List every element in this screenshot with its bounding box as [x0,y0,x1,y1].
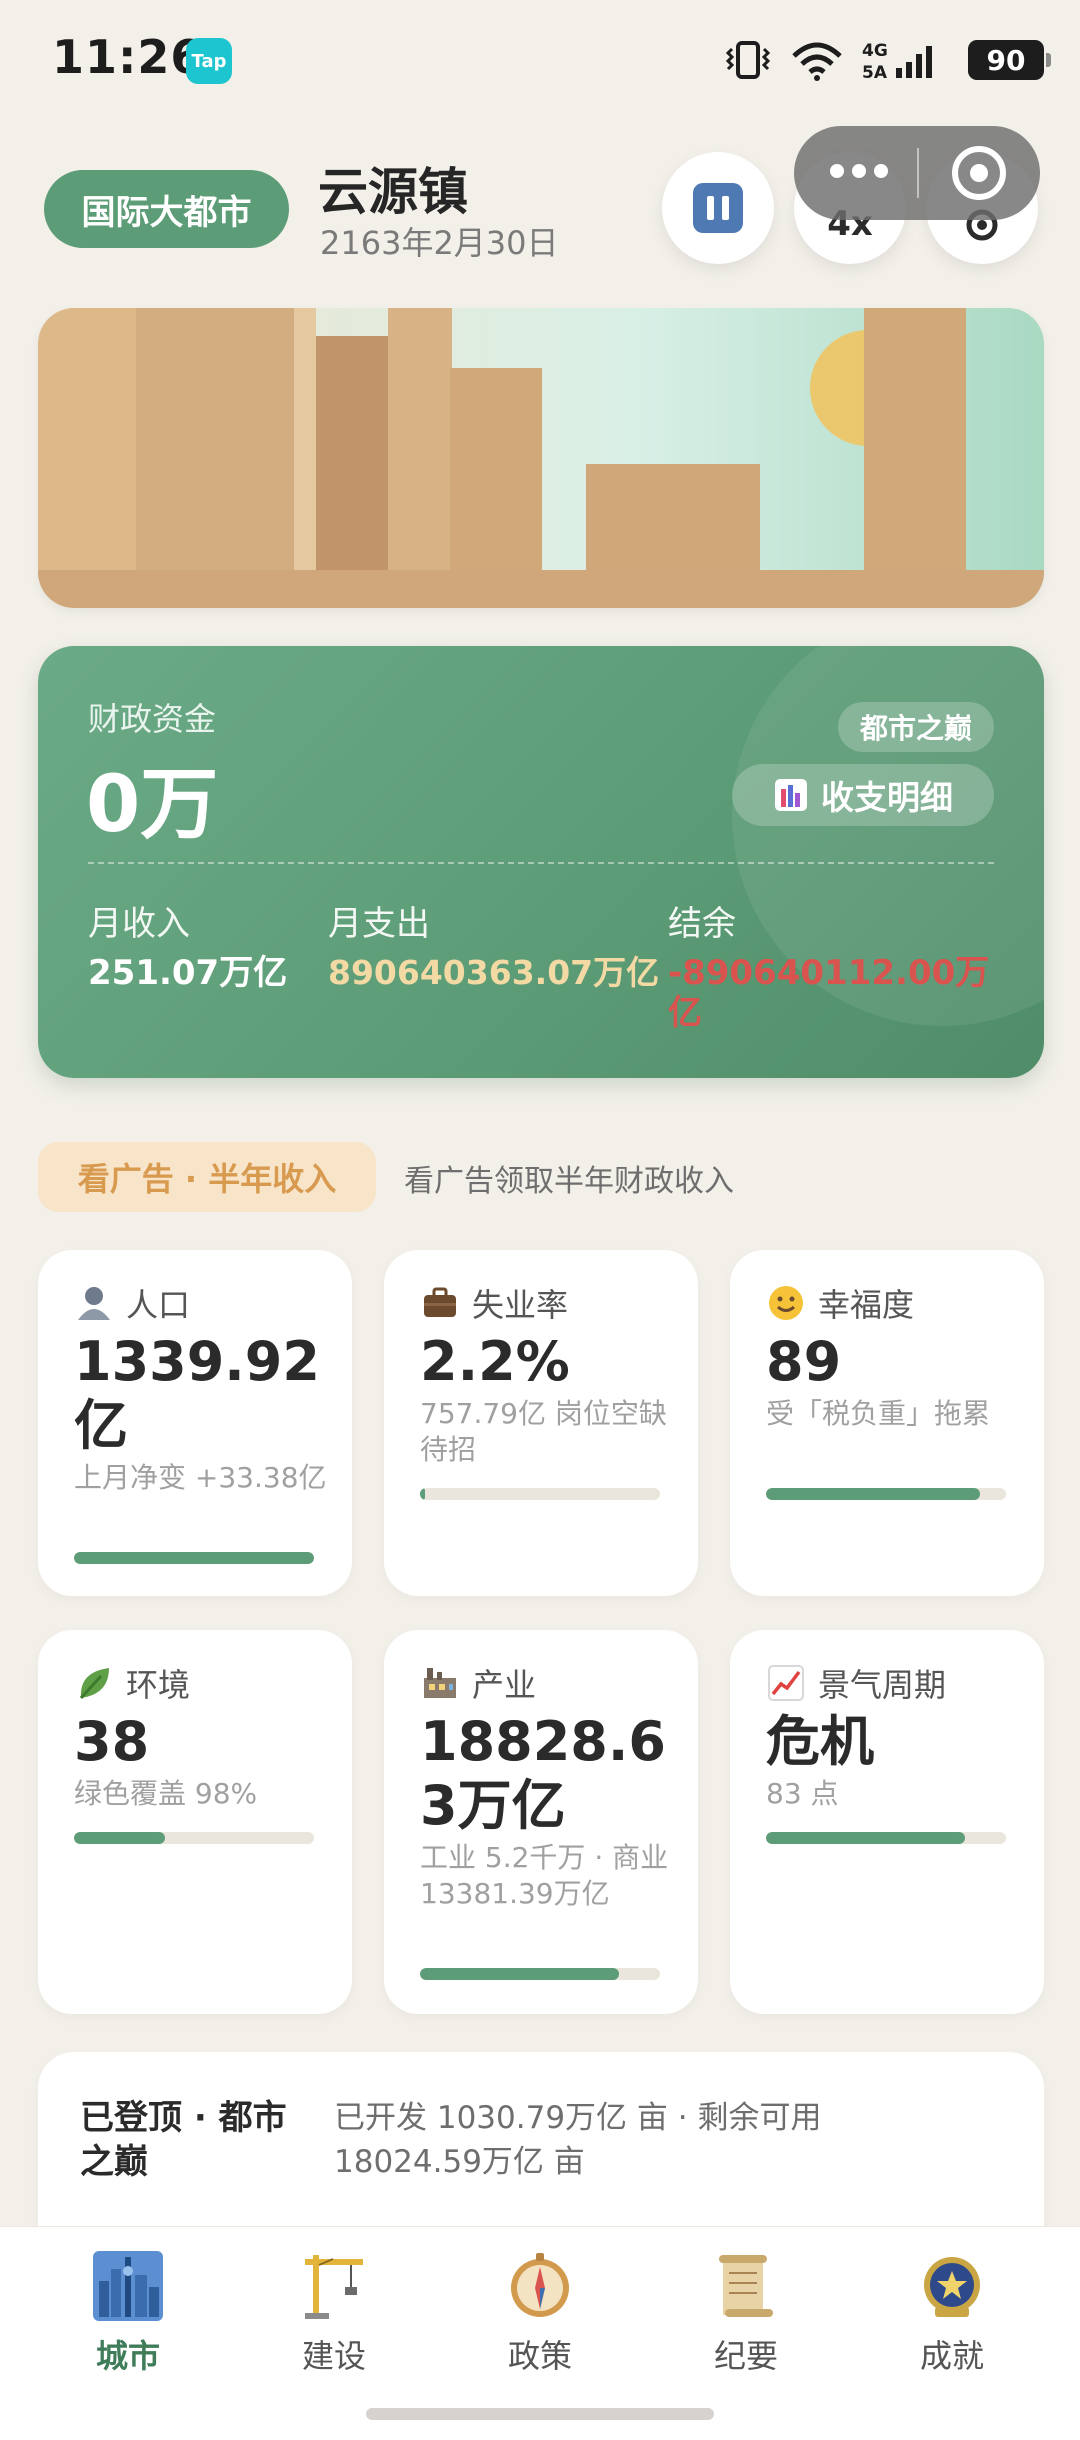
chart-up-icon [766,1663,806,1703]
happiness-title: 幸福度 [818,1286,915,1324]
person-icon [74,1283,114,1323]
nav-label-build: 建设 [301,2337,366,2375]
wifi-icon [792,42,842,81]
happiness-progress [766,1488,1006,1500]
finance-card: 财政资金 0万 都市之巅 收支明细 月收入 251.07万亿 月支出 89064… [38,646,1044,1078]
population-progress [74,1552,314,1564]
environment-card[interactable]: 环境 38 绿色覆盖 98% [38,1630,352,2014]
city-level-badge[interactable]: 国际大都市 [44,170,289,248]
expense-column: 月支出 890640363.07万亿 [328,896,698,993]
nav-city[interactable]: 城市 [48,2251,208,2381]
nav-label-policy: 政策 [507,2337,572,2375]
battery-indicator: 90 [968,40,1051,80]
environment-progress [74,1832,314,1844]
industry-progress [420,1968,660,1980]
environment-title: 环境 [126,1666,191,1704]
population-card[interactable]: 人口 1339.92亿 上月净变 +33.38亿 [38,1250,352,1596]
mini-program-capsule [794,126,1040,220]
economy-points: 83 点 [766,1777,839,1810]
balance-label: 结余 [668,904,736,944]
happiness-value: 89 [766,1330,842,1393]
compass-icon [511,2253,569,2317]
happiness-card[interactable]: 幸福度 89 受「税负重」拖累 [730,1250,1044,1596]
happiness-reason: 受「税负重」拖累 [766,1397,991,1430]
crane-icon [305,2255,363,2319]
medal-icon [924,2257,980,2317]
industry-card[interactable]: 产业 18828.63万亿 工业 5.2千万 · 商业 13381.39万亿 [384,1630,698,2014]
app-screen: 11:26 Tap 4G 5A 90 国际大都市 云源镇 2163年2月30日 … [0,0,1080,2440]
industry-value: 18828.63万亿 [420,1710,666,1837]
scroll-icon [719,2255,773,2317]
nav-records[interactable]: 纪要 [666,2251,826,2381]
nav-label-achievements: 成就 [919,2337,984,2375]
income-value: 251.07万亿 [88,953,288,993]
watch-ad-button[interactable]: 看广告 · 半年收入 [38,1142,376,1212]
briefcase-icon [420,1283,460,1323]
town-name: 云源镇 [318,163,468,221]
population-value: 1339.92亿 [74,1330,320,1457]
job-vacancies: 757.79亿 岗位空缺待招 [420,1397,667,1466]
green-coverage: 绿色覆盖 98% [74,1777,258,1810]
tap-app-icon: Tap [186,38,232,84]
unemployment-value: 2.2% [420,1330,570,1393]
ad-description: 看广告领取半年财政收入 [404,1164,734,1199]
environment-value: 38 [74,1710,150,1773]
city-icon [93,2251,163,2321]
economy-cycle-value: 危机 [766,1710,874,1773]
balance-value: -890640112.00万亿 [668,953,990,1033]
finance-detail-button[interactable]: 收支明细 [732,764,994,826]
pause-button[interactable] [662,152,774,264]
status-icons: 4G 5A 90 [724,36,1051,84]
home-indicator[interactable] [366,2408,714,2420]
finance-detail-label: 收支明细 [821,778,953,817]
nav-build[interactable]: 建设 [254,2251,414,2381]
expense-value: 890640363.07万亿 [328,953,660,992]
nav-label-records: 纪要 [713,2337,778,2375]
more-icon[interactable] [824,156,894,186]
status-time: 11:26 [52,30,204,84]
land-info: 已开发 1030.79万亿 亩 · 剩余可用 18024.59万亿 亩 [334,2100,822,2180]
expense-label: 月支出 [328,904,430,944]
vibrate-icon [725,41,771,79]
nav-policy[interactable]: 政策 [460,2251,620,2381]
city-banner [38,308,1044,608]
funds-value: 0万 [86,760,219,850]
signal-icon: 4G 5A [862,41,932,82]
leaf-icon [74,1663,114,1703]
population-title: 人口 [126,1286,191,1324]
unemployment-title: 失业率 [472,1286,569,1324]
game-date: 2163年2月30日 [320,224,559,262]
industry-breakdown: 工业 5.2千万 · 商业 13381.39万亿 [420,1841,669,1910]
close-miniprogram-icon[interactable] [952,146,1006,200]
svg-text:5A: 5A [862,63,888,82]
svg-text:4G: 4G [862,41,888,61]
income-label: 月收入 [88,904,190,944]
funds-label: 财政资金 [88,700,217,738]
bar-chart-icon [775,779,807,811]
economy-progress [766,1832,1006,1844]
pause-icon [693,183,743,233]
finance-divider [88,862,994,864]
unemployment-card[interactable]: 失业率 2.2% 757.79亿 岗位空缺待招 [384,1250,698,1596]
skyline-illustration [38,308,1044,608]
rank-badge: 都市之巅 [837,702,994,752]
nav-label-city: 城市 [95,2337,160,2375]
balance-column: 结余 -890640112.00万亿 [668,896,998,1033]
economy-cycle-title: 景气周期 [818,1666,947,1704]
smile-icon [766,1283,806,1323]
land-title: 已登顶 · 都市之巅 [80,2098,287,2182]
unemployment-progress [420,1488,660,1500]
industry-title: 产业 [472,1666,537,1704]
population-change: 上月净变 +33.38亿 [74,1461,327,1494]
economy-cycle-card[interactable]: 景气周期 危机 83 点 [730,1630,1044,2014]
capsule-divider [917,148,919,198]
factory-icon [420,1663,460,1703]
nav-achievements[interactable]: 成就 [872,2251,1032,2381]
income-column: 月收入 251.07万亿 [88,896,318,993]
status-bar: 11:26 Tap 4G 5A 90 [0,0,1080,120]
